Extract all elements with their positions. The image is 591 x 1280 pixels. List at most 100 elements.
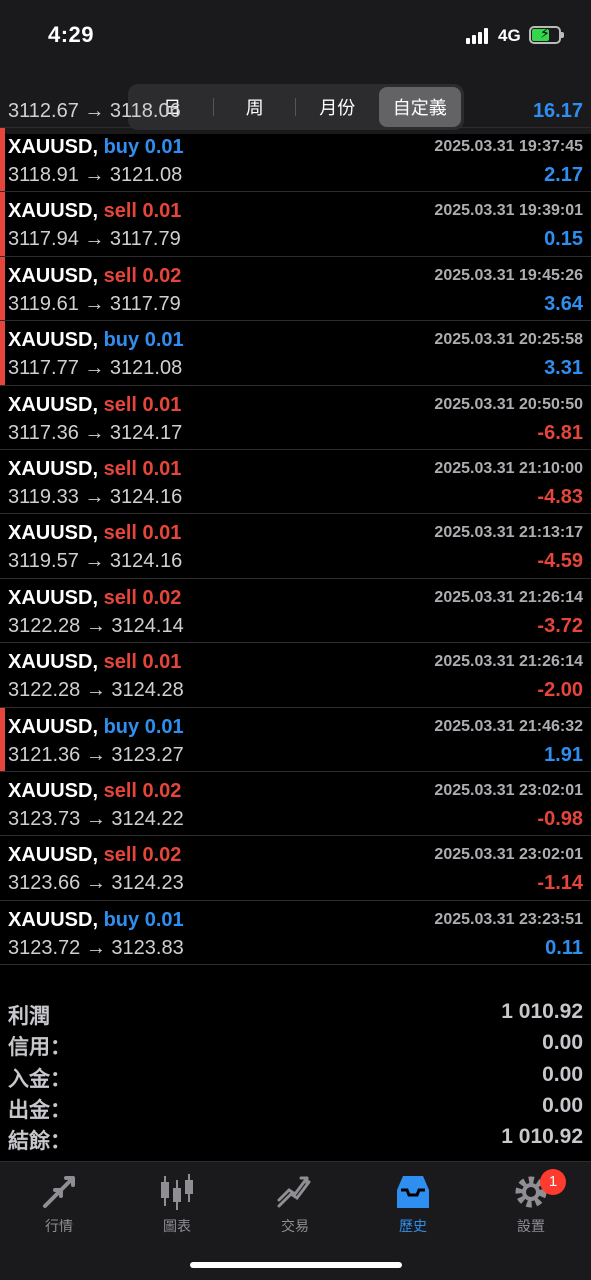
tab-quotes[interactable]: 行情 (0, 1172, 118, 1236)
summary-value: 0.00 (542, 1031, 583, 1055)
trade-row[interactable]: XAUUSD, sell 0.01 2025.03.31 21:26:14 3122… (0, 643, 591, 708)
trade-time: 2025.03.31 23:02:01 (434, 846, 583, 864)
trade-volume: 0.01 (142, 200, 182, 223)
trade-time: 2025.03.31 19:45:26 (434, 266, 583, 284)
trade-volume: 0.02 (142, 264, 182, 287)
trade-row[interactable]: XAUUSD, sell 0.01 2025.03.31 19:39:01 3117… (0, 192, 591, 257)
trade-volume: 0.01 (142, 393, 182, 416)
trade-volume: 0.01 (144, 329, 184, 352)
trade-prices: 3117.94 → 3117.79 (8, 228, 181, 251)
trade-time: 2025.03.31 21:26:14 (434, 588, 583, 606)
trade-profit: 1.91 (544, 743, 583, 766)
trade-volume: 0.01 (144, 136, 184, 158)
trade-side: sell (103, 200, 137, 223)
trade-prices: 3117.36 → 3124.17 (8, 421, 183, 444)
trade-time: 2025.03.31 21:26:14 (434, 653, 583, 671)
trade-side: sell (103, 779, 137, 802)
trade-side: buy (103, 329, 140, 352)
trade-symbol: XAUUSD, sell 0.01 (8, 200, 181, 223)
trade-line-icon (277, 1176, 311, 1208)
trade-symbol: XAUUSD, buy 0.01 (8, 716, 184, 739)
trade-prices: 3112.67 → 3118.06 (8, 100, 181, 122)
trade-row[interactable]: XAUUSD, sell 0.02 2025.03.31 23:02:01 3123… (0, 836, 591, 901)
trade-row[interactable]: XAUUSD, buy 0.01 2025.03.31 20:25:58 3117.… (0, 321, 591, 386)
trade-symbol-text: XAUUSD, (8, 200, 99, 223)
trade-symbol: XAUUSD, sell 0.01 (8, 522, 181, 545)
trade-volume: 0.01 (144, 715, 184, 738)
row-marker (0, 321, 5, 385)
tab-history[interactable]: 歷史 (354, 1172, 472, 1236)
trade-row[interactable]: XAUUSD, sell 0.02 2025.03.31 23:02:01 3123… (0, 772, 591, 837)
trade-time: 2025.03.31 23:23:51 (434, 910, 583, 928)
status-bar: 4:29 4G ⚡ (0, 0, 591, 72)
trade-prices: 3117.77 → 3121.08 (8, 357, 183, 380)
trade-side: sell (103, 586, 137, 609)
trade-row[interactable]: XAUUSD, sell 0.02 2025.03.31 19:45:26 3119… (0, 256, 591, 322)
trade-profit: 0.15 (544, 228, 583, 251)
trade-symbol: XAUUSD, sell 0.02 (8, 587, 181, 610)
trade-side: buy (103, 908, 140, 931)
trade-symbol-text: XAUUSD, (8, 715, 99, 738)
trade-volume: 0.01 (142, 651, 182, 674)
trade-volume: 0.02 (142, 586, 182, 609)
trade-profit: -4.83 (537, 485, 583, 508)
trade-volume: 0.02 (142, 844, 182, 867)
tab-settings[interactable]: 設置 1 (472, 1169, 590, 1236)
trade-profit: 3.64 (544, 292, 583, 315)
trade-volume: 0.02 (142, 779, 182, 802)
summary-row: 利潤 1 010.92 (0, 998, 591, 1029)
trade-row[interactable]: XAUUSD, sell 0.02 2025.03.31 21:26:14 3122… (0, 579, 591, 644)
trade-profit: 2.17 (544, 164, 583, 186)
trade-prices: 3122.28 → 3124.14 (8, 614, 184, 637)
trade-row[interactable]: XAUUSD, buy 0.01 2025.03.31 21:46:32 3121.… (0, 707, 591, 772)
tab-quotes-label: 行情 (45, 1218, 73, 1234)
notification-badge: 1 (540, 1169, 566, 1195)
trade-row[interactable]: XAUUSD, sell 0.01 2025.03.31 20:50:50 3117… (0, 386, 591, 450)
trade-symbol: XAUUSD, sell 0.01 (8, 651, 181, 674)
trade-side: sell (103, 522, 137, 545)
trade-symbol-text: XAUUSD, (8, 651, 99, 674)
trade-symbol: XAUUSD, buy 0.01 (8, 136, 184, 159)
trade-row-partial[interactable]: 3112.67 → 3118.06 16.17 (0, 64, 591, 128)
trade-profit: -4.59 (537, 550, 583, 573)
trade-row[interactable]: XAUUSD, buy 0.01 2025.03.31 23:23:51 3123.… (0, 901, 591, 966)
trade-symbol-text: XAUUSD, (8, 908, 99, 931)
trade-prices: 3119.33 → 3124.16 (8, 485, 183, 508)
tab-trade[interactable]: 交易 (236, 1172, 354, 1236)
trade-symbol: XAUUSD, sell 0.01 (8, 458, 181, 481)
trade-prices: 3123.73 → 3124.22 (8, 807, 184, 830)
trade-time: 2025.03.31 21:13:17 (434, 524, 583, 542)
trade-prices: 3119.61 → 3117.79 (8, 292, 181, 315)
trade-volume: 0.01 (142, 457, 182, 480)
trade-prices: 3119.57 → 3124.16 (8, 550, 183, 573)
trade-profit: -0.98 (537, 807, 583, 830)
trade-profit: -1.14 (537, 872, 583, 895)
trade-history-list[interactable]: 3112.67 → 3118.06 16.17 XAUUSD, buy 0.01… (0, 90, 591, 966)
trade-symbol-text: XAUUSD, (8, 393, 99, 416)
summary-label: 入金： (8, 1067, 71, 1091)
trade-time: 2025.03.31 19:39:01 (434, 202, 583, 220)
summary-label: 利潤 (8, 1005, 50, 1028)
candlestick-chart-icon (161, 1174, 193, 1210)
trade-prices: 3118.91 → 3121.08 (8, 164, 183, 186)
trade-symbol: XAUUSD, buy 0.01 (8, 329, 184, 352)
trade-profit: 16.17 (532, 100, 583, 122)
trade-side: sell (103, 264, 137, 287)
trade-prices: 3123.72 → 3123.83 (8, 936, 184, 959)
trade-symbol-text: XAUUSD, (8, 586, 99, 609)
trade-row[interactable]: XAUUSD, sell 0.01 2025.03.31 21:10:00 3119… (0, 450, 591, 515)
summary-value: 1 010.92 (501, 1000, 583, 1023)
trade-symbol-text: XAUUSD, (8, 522, 99, 545)
trade-row[interactable]: XAUUSD, sell 0.01 2025.03.31 21:13:17 3119… (0, 514, 591, 579)
trade-time: 2025.03.31 23:02:01 (434, 781, 583, 799)
summary-value: 0.00 (542, 1062, 583, 1086)
summary-value: 1 010.92 (501, 1125, 583, 1149)
trade-prices: 3121.36 → 3123.27 (8, 743, 184, 766)
trade-prices: 3123.66 → 3124.23 (8, 872, 184, 895)
tab-chart[interactable]: 圖表 (118, 1172, 236, 1236)
home-indicator[interactable] (190, 1262, 402, 1268)
trade-row[interactable]: XAUUSD, buy 0.01 2025.03.31 19:37:45 3118.… (0, 128, 591, 193)
trade-symbol-text: XAUUSD, (8, 136, 99, 158)
trade-time: 2025.03.31 20:25:58 (434, 331, 583, 349)
trade-profit: 3.31 (544, 357, 583, 380)
